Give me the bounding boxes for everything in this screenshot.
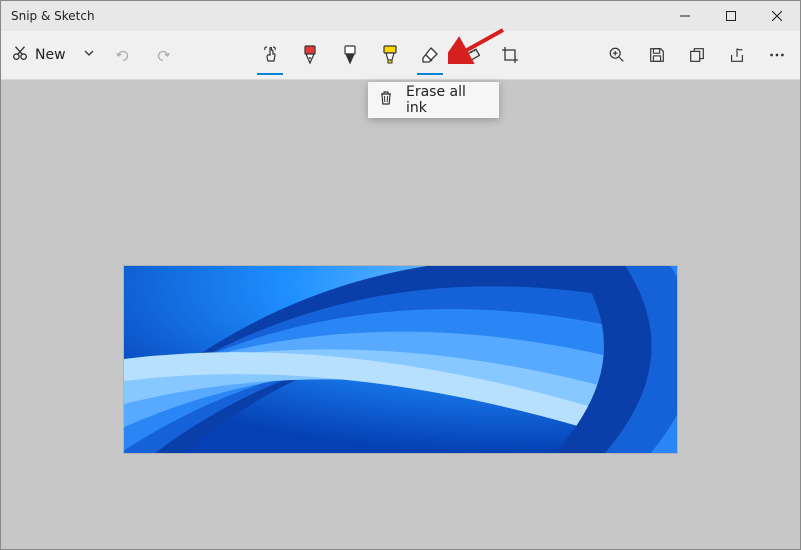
new-snip-label: New	[35, 47, 66, 63]
toolbar: New	[1, 31, 800, 80]
trash-icon	[378, 90, 394, 110]
redo-icon	[154, 46, 172, 64]
canvas-area	[1, 80, 800, 549]
zoom-button[interactable]	[598, 36, 636, 74]
selection-indicator	[257, 73, 283, 76]
snip-icon	[11, 44, 29, 66]
share-button[interactable]	[718, 36, 756, 74]
undo-icon	[114, 46, 132, 64]
redo-button[interactable]	[144, 36, 182, 74]
more-icon	[768, 46, 786, 64]
ruler-icon	[460, 45, 480, 65]
toolbar-center-group	[251, 36, 529, 74]
app-title: Snip & Sketch	[11, 9, 95, 23]
pen-icon	[301, 45, 319, 65]
share-icon	[728, 46, 746, 64]
eraser-icon	[420, 45, 440, 65]
eraser-button[interactable]	[411, 36, 449, 74]
touch-writing-button[interactable]	[251, 36, 289, 74]
chevron-down-icon	[83, 47, 95, 63]
save-button[interactable]	[638, 36, 676, 74]
wallpaper-graphic	[124, 266, 677, 453]
toolbar-left-group: New	[5, 36, 182, 74]
zoom-icon	[608, 46, 626, 64]
highlighter-button[interactable]	[371, 36, 409, 74]
ballpoint-pen-button[interactable]	[291, 36, 329, 74]
new-snip-button[interactable]: New	[5, 37, 74, 73]
ruler-button[interactable]	[451, 36, 489, 74]
new-snip-dropdown[interactable]	[76, 37, 102, 73]
pencil-button[interactable]	[331, 36, 369, 74]
selection-indicator	[417, 73, 443, 76]
copy-icon	[688, 46, 706, 64]
undo-button[interactable]	[104, 36, 142, 74]
window-minimize-button[interactable]	[662, 1, 708, 31]
touch-icon	[260, 45, 280, 65]
window-close-button[interactable]	[754, 1, 800, 31]
crop-icon	[500, 45, 520, 65]
titlebar: Snip & Sketch	[1, 1, 800, 31]
pencil-icon	[341, 45, 359, 65]
toolbar-right-group	[598, 36, 796, 74]
save-icon	[648, 46, 666, 64]
erase-all-menu-item[interactable]: Erase all ink	[406, 84, 489, 116]
more-button[interactable]	[758, 36, 796, 74]
crop-button[interactable]	[491, 36, 529, 74]
captured-image[interactable]	[124, 266, 677, 453]
window-maximize-button[interactable]	[708, 1, 754, 31]
eraser-menu: Erase all ink	[368, 82, 499, 118]
highlighter-icon	[381, 45, 399, 65]
copy-button[interactable]	[678, 36, 716, 74]
